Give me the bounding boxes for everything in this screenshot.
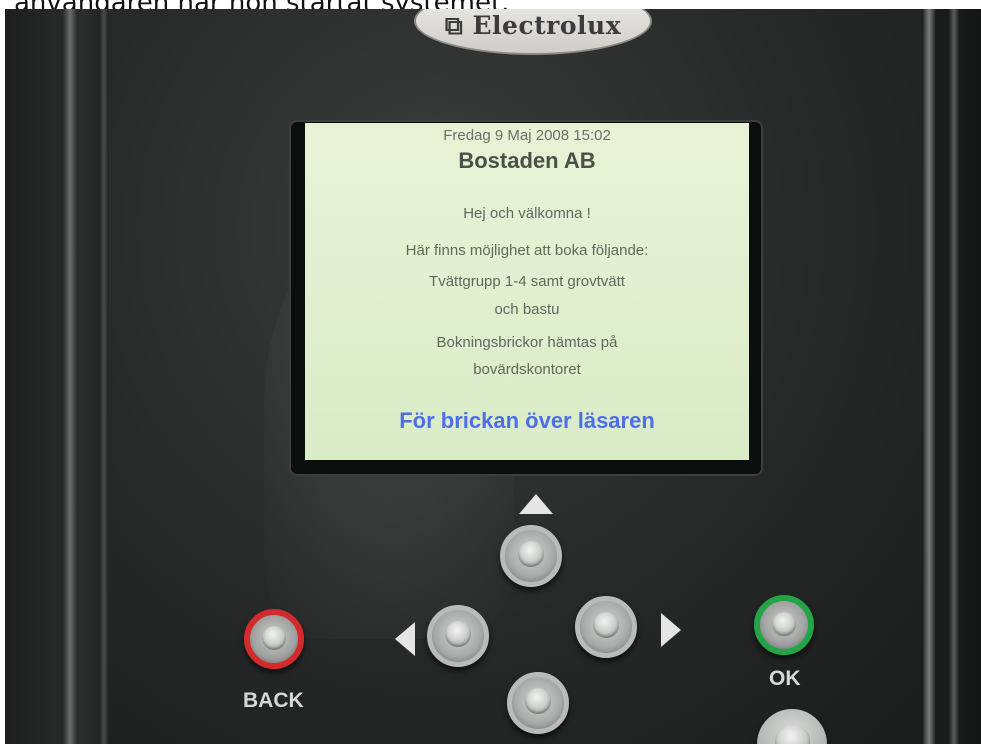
right-button[interactable] — [575, 596, 637, 658]
ok-button[interactable] — [754, 595, 814, 655]
right-inner-rail — [949, 9, 959, 744]
arrow-left-icon — [395, 622, 415, 656]
right-rail — [923, 9, 935, 744]
down-button[interactable] — [507, 672, 569, 734]
info-line: och bastu — [494, 301, 560, 318]
welcome-line: Hej och välkomna ! — [463, 205, 591, 222]
info-line: Tvättgrupp 1-4 samt grovtvätt — [429, 273, 625, 290]
info-line: Här finns möjlighet att boka följande: — [405, 242, 649, 259]
screen-datetime: Fredag 9 Maj 2008 15:02 — [443, 127, 611, 144]
back-label: BACK — [243, 689, 304, 712]
device-photo: ⧉ Electrolux Fredag 9 Maj 2008 15:02 Bos… — [5, 9, 981, 744]
info-line: Bokningsbrickor hämtas på — [436, 334, 618, 351]
left-inner-rail — [99, 9, 109, 744]
up-button[interactable] — [500, 525, 562, 587]
ok-label: OK — [769, 667, 801, 690]
back-button[interactable] — [244, 609, 304, 669]
arrow-right-icon — [661, 613, 681, 647]
screen-title: Bostaden AB — [458, 148, 596, 173]
arrow-up-icon — [519, 494, 553, 514]
info-line: bovärdskontoret — [473, 361, 581, 378]
left-button[interactable] — [427, 605, 489, 667]
left-rail — [63, 9, 77, 744]
brand-name: ⧉ Electrolux — [444, 11, 622, 40]
tag-prompt: För brickan över läsaren — [399, 408, 655, 433]
booking-screen: Fredag 9 Maj 2008 15:02 Bostaden AB Hej … — [305, 123, 749, 460]
